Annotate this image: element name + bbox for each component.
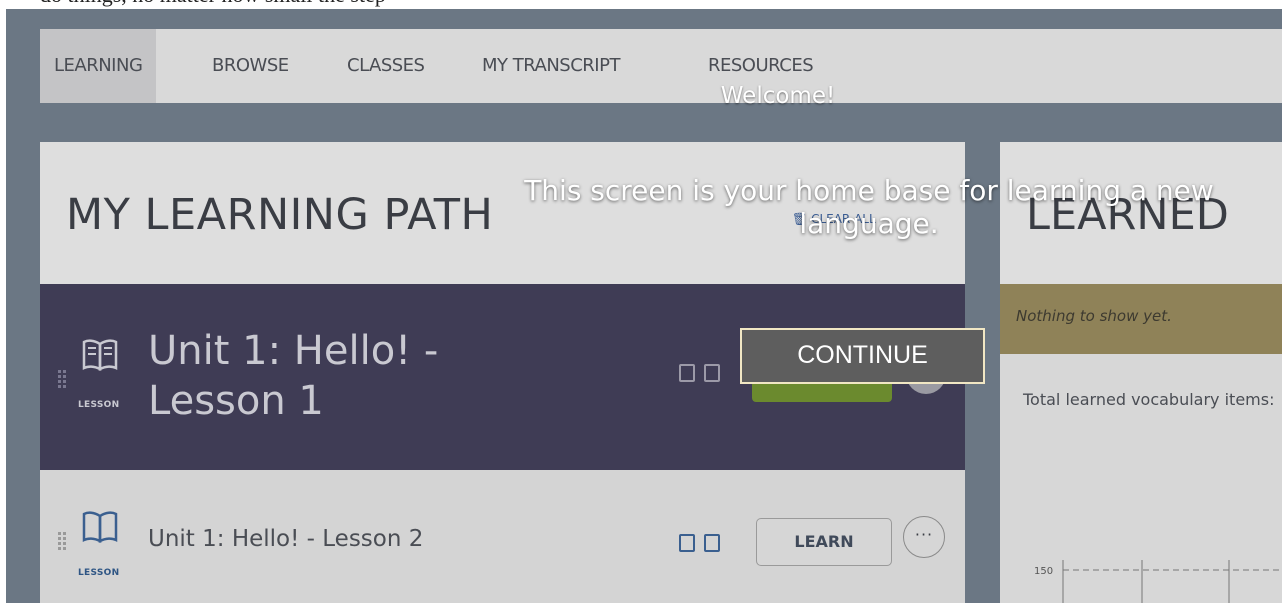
drag-handle-icon[interactable]: [58, 370, 66, 388]
total-learned-label: Total learned vocabulary items:: [1023, 390, 1275, 409]
calendar-icon[interactable]: [704, 534, 720, 552]
continue-button[interactable]: CONTINUE: [740, 328, 985, 384]
book-icon: [82, 339, 118, 372]
book-icon: [82, 511, 118, 544]
learn-button[interactable]: LEARN: [756, 518, 892, 566]
learning-path-title: MY LEARNING PATH: [66, 190, 494, 240]
top-strip: do things, no matter how small the step: [0, 0, 1282, 9]
lesson-item[interactable]: LESSON Unit 1: Hello! - Lesson 2 LEARN ·…: [40, 470, 965, 603]
nav-tab-classes[interactable]: CLASSES: [347, 29, 425, 103]
empty-notice-text: Nothing to show yet.: [1016, 307, 1172, 325]
app-frame: LEARNING BROWSE CLASSES MY TRANSCRIPT RE…: [6, 9, 1282, 603]
learned-body: Total learned vocabulary items: 150: [1000, 354, 1282, 603]
learned-chart: 150: [1034, 560, 1282, 603]
calendar-icon[interactable]: [704, 364, 720, 382]
notes-icon[interactable]: [679, 534, 695, 552]
lesson-tag: LESSON: [78, 568, 120, 578]
top-strip-text: do things, no matter how small the step: [40, 0, 386, 8]
nav-tab-learning[interactable]: LEARNING: [40, 29, 157, 103]
drag-handle-icon[interactable]: [58, 532, 66, 550]
lesson-title[interactable]: Unit 1: Hello! - Lesson 2: [148, 526, 423, 552]
notes-icon[interactable]: [679, 364, 695, 382]
more-options-button[interactable]: ···: [903, 516, 945, 558]
lesson-tag: LESSON: [78, 400, 120, 410]
lesson-title[interactable]: Unit 1: Hello! - Lesson 1: [148, 326, 508, 426]
empty-notice: Nothing to show yet.: [1000, 284, 1282, 354]
overlay-message: This screen is your home base for learni…: [524, 174, 1214, 240]
chart-tick-label: 150: [1034, 566, 1053, 577]
nav-tab-browse[interactable]: BROWSE: [212, 29, 289, 103]
overlay-title: Welcome!: [720, 83, 836, 109]
